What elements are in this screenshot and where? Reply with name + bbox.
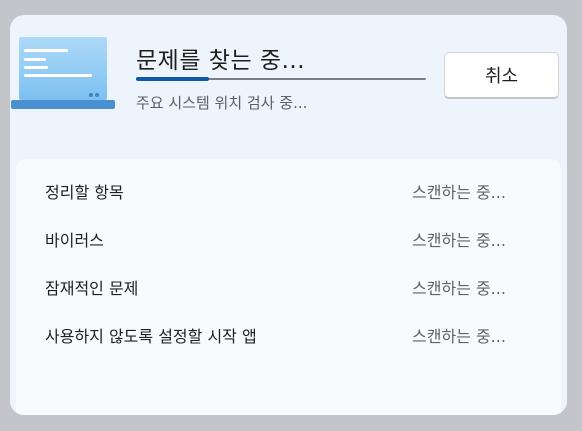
laptop-scan-icon	[11, 37, 115, 109]
item-label: 정리할 항목	[45, 183, 124, 202]
item-label: 사용하지 않도록 설정할 시작 앱	[45, 327, 257, 346]
status-text: 주요 시스템 위치 검사 중...	[136, 94, 308, 112]
list-item: 정리할 항목 스캔하는 중...	[16, 159, 561, 207]
progress-bar-fill	[136, 77, 209, 81]
item-status: 스캔하는 중...	[412, 231, 506, 250]
item-label: 바이러스	[45, 231, 104, 250]
item-status: 스캔하는 중...	[412, 327, 506, 346]
scan-header: 문제를 찾는 중... 주요 시스템 위치 검사 중... 취소	[10, 15, 567, 160]
page-title: 문제를 찾는 중...	[136, 48, 306, 74]
item-label: 잠재적인 문제	[45, 279, 139, 298]
item-status: 스캔하는 중...	[412, 183, 506, 202]
cancel-button[interactable]: 취소	[444, 52, 559, 99]
list-item: 잠재적인 문제 스캔하는 중...	[16, 255, 561, 303]
progress-bar	[136, 77, 426, 81]
item-status: 스캔하는 중...	[412, 279, 506, 298]
scan-dialog: 문제를 찾는 중... 주요 시스템 위치 검사 중... 취소 정리할 항목 …	[10, 15, 567, 415]
list-item: 바이러스 스캔하는 중...	[16, 207, 561, 255]
list-item: 사용하지 않도록 설정할 시작 앱 스캔하는 중...	[16, 303, 561, 351]
scan-results-list: 정리할 항목 스캔하는 중... 바이러스 스캔하는 중... 잠재적인 문제 …	[16, 159, 561, 415]
